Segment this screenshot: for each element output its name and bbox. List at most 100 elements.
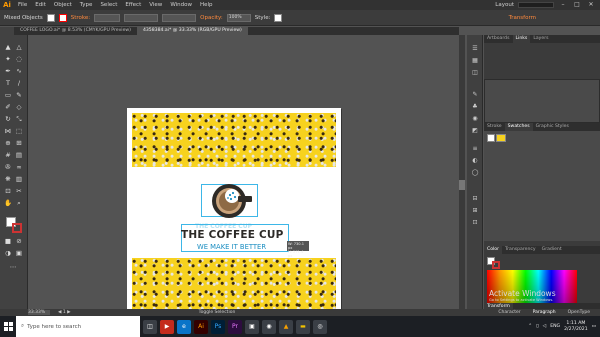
- brushes-icon[interactable]: ✎: [469, 91, 481, 99]
- chrome-icon[interactable]: ◉: [262, 319, 276, 334]
- graphic-styles-icon[interactable]: ◩: [469, 127, 481, 135]
- lasso-icon[interactable]: ◌: [14, 55, 24, 63]
- paintbrush-icon[interactable]: ✎: [14, 91, 24, 99]
- selection-tool-icon[interactable]: ▲: [3, 43, 13, 51]
- tab-layers[interactable]: Layers: [530, 35, 551, 43]
- tab-color[interactable]: Color: [484, 246, 502, 254]
- edge-icon[interactable]: e: [177, 319, 191, 334]
- tab-swatches[interactable]: Swatches: [504, 123, 533, 131]
- tab-coffee-logo[interactable]: COFFEE LOGO.ai* @ 8.53% (CMYK/GPU Previe…: [14, 27, 137, 35]
- opacity-input[interactable]: 100%: [226, 13, 251, 22]
- task-view-icon[interactable]: ◫: [143, 319, 157, 334]
- scale-tool-icon[interactable]: ⤡: [14, 115, 24, 123]
- layers-icon[interactable]: ◫: [469, 69, 481, 77]
- taskbar-search-input[interactable]: ⌕ Type here to search: [16, 316, 140, 337]
- menu-select[interactable]: Select: [96, 2, 121, 8]
- properties-icon[interactable]: ☰: [469, 45, 481, 53]
- tab-links[interactable]: Links: [512, 35, 531, 43]
- minimize-icon[interactable]: –: [558, 1, 568, 9]
- eyedropper-icon[interactable]: ✇: [3, 163, 13, 171]
- premiere-icon[interactable]: Pr: [228, 319, 242, 334]
- menu-effect[interactable]: Effect: [121, 2, 145, 8]
- gradient-tool-icon[interactable]: ▤: [14, 151, 24, 159]
- pen-tool-icon[interactable]: ✒: [3, 67, 13, 75]
- fill-swatch[interactable]: [46, 13, 55, 22]
- artboard[interactable]: THE COFFEE CUP THE COFFEE CUP WE MAKE IT…: [127, 108, 341, 322]
- blend-tool-icon[interactable]: ∞: [14, 163, 24, 171]
- rotate-tool-icon[interactable]: ↻: [3, 115, 13, 123]
- workspace-switcher[interactable]: Layout: [495, 2, 514, 8]
- maximize-icon[interactable]: □: [572, 1, 582, 9]
- stroke-panel-icon[interactable]: ≡: [469, 145, 481, 153]
- vertical-scroll-thumb[interactable]: [459, 180, 465, 190]
- tab-graphic-styles[interactable]: Graphic Styles: [533, 123, 572, 131]
- stroke-weight-input[interactable]: [94, 13, 121, 22]
- notification-icon[interactable]: ▭: [592, 324, 596, 329]
- direct-selection-tool-icon[interactable]: △: [14, 43, 24, 51]
- mesh-tool-icon[interactable]: #: [3, 151, 13, 159]
- coffee-cup-logo[interactable]: [207, 175, 255, 223]
- appearance-icon[interactable]: ◉: [469, 115, 481, 123]
- swatch-white[interactable]: [487, 134, 495, 142]
- media-app-icon[interactable]: ▶: [160, 319, 174, 334]
- tab-stroke[interactable]: Stroke: [484, 123, 505, 131]
- tab-transparency[interactable]: Transparency: [502, 246, 539, 254]
- curvature-tool-icon[interactable]: ∿: [14, 67, 24, 75]
- tab-opentype[interactable]: OpenType: [568, 310, 590, 315]
- libraries-icon[interactable]: ▦: [469, 57, 481, 65]
- hand-tool-icon[interactable]: ✋: [3, 199, 13, 207]
- line-tool-icon[interactable]: /: [14, 79, 24, 87]
- width-tool-icon[interactable]: ⋈: [3, 127, 13, 135]
- tab-active-document[interactable]: 4358384.ai* @ 33.33% (RGB/GPU Preview): [136, 27, 248, 35]
- canvas-area[interactable]: THE COFFEE CUP THE COFFEE CUP WE MAKE IT…: [29, 35, 459, 322]
- artboard-navigator[interactable]: ◀ 1 ▶: [58, 310, 71, 315]
- column-graph-icon[interactable]: ▥: [14, 175, 24, 183]
- menu-file[interactable]: File: [14, 2, 31, 8]
- rectangle-tool-icon[interactable]: ▭: [3, 91, 13, 99]
- perspective-grid-icon[interactable]: ⊞: [14, 139, 24, 147]
- stroke-label[interactable]: Stroke:: [71, 15, 90, 21]
- variable-width-select[interactable]: [124, 13, 159, 22]
- help-search-input[interactable]: [518, 2, 554, 8]
- links-panel-body[interactable]: [484, 79, 600, 123]
- menu-object[interactable]: Object: [50, 2, 76, 8]
- tab-gradient[interactable]: Gradient: [539, 246, 565, 254]
- none-color-icon[interactable]: ⊘: [14, 237, 24, 245]
- app-icon-misc[interactable]: ◎: [313, 319, 327, 334]
- pathfinder-icon[interactable]: ⊞: [469, 207, 481, 215]
- gradient-panel-icon[interactable]: ◐: [469, 157, 481, 165]
- slice-tool-icon[interactable]: ✂: [14, 187, 24, 195]
- stroke-color-icon[interactable]: [12, 223, 22, 233]
- clock[interactable]: 1:11 AM 2/27/2021: [564, 321, 588, 333]
- symbols-icon[interactable]: ♣: [469, 103, 481, 111]
- menu-help[interactable]: Help: [196, 2, 217, 8]
- menu-view[interactable]: View: [145, 2, 166, 8]
- zoom-level-input[interactable]: 33.33%: [28, 310, 50, 315]
- free-transform-icon[interactable]: ⬚: [14, 127, 24, 135]
- illustrator-icon[interactable]: Ai: [194, 319, 208, 334]
- menu-edit[interactable]: Edit: [31, 2, 50, 8]
- transparency-icon[interactable]: ◯: [469, 169, 481, 177]
- start-button[interactable]: [0, 316, 16, 337]
- logo-title[interactable]: THE COFFEE CUP: [181, 229, 311, 241]
- eraser-icon[interactable]: ◇: [14, 103, 24, 111]
- artboard-tool-icon[interactable]: ⊡: [3, 187, 13, 195]
- tab-character[interactable]: Character: [498, 310, 520, 315]
- align-icon[interactable]: ⊟: [469, 195, 481, 203]
- vertical-scrollbar[interactable]: [459, 35, 465, 309]
- shape-builder-icon[interactable]: ⊕: [3, 139, 13, 147]
- tab-artboards[interactable]: Artboards: [484, 35, 513, 43]
- shaper-tool-icon[interactable]: ✐: [3, 103, 13, 111]
- menu-window[interactable]: Window: [166, 2, 196, 8]
- network-icon[interactable]: ▯: [536, 324, 539, 329]
- brush-select[interactable]: [162, 13, 197, 22]
- transform-icon[interactable]: ⊡: [469, 219, 481, 227]
- tray-chevron-icon[interactable]: ⌃: [528, 324, 532, 329]
- magic-wand-icon[interactable]: ✦: [3, 55, 13, 63]
- transform-link[interactable]: Transform: [509, 15, 536, 21]
- vlc-icon[interactable]: ▲: [279, 319, 293, 334]
- file-explorer-icon[interactable]: ▬: [296, 319, 310, 334]
- close-icon[interactable]: ✕: [586, 1, 596, 9]
- volume-icon[interactable]: ◁: [543, 324, 547, 329]
- opacity-label[interactable]: Opacity:: [200, 15, 223, 21]
